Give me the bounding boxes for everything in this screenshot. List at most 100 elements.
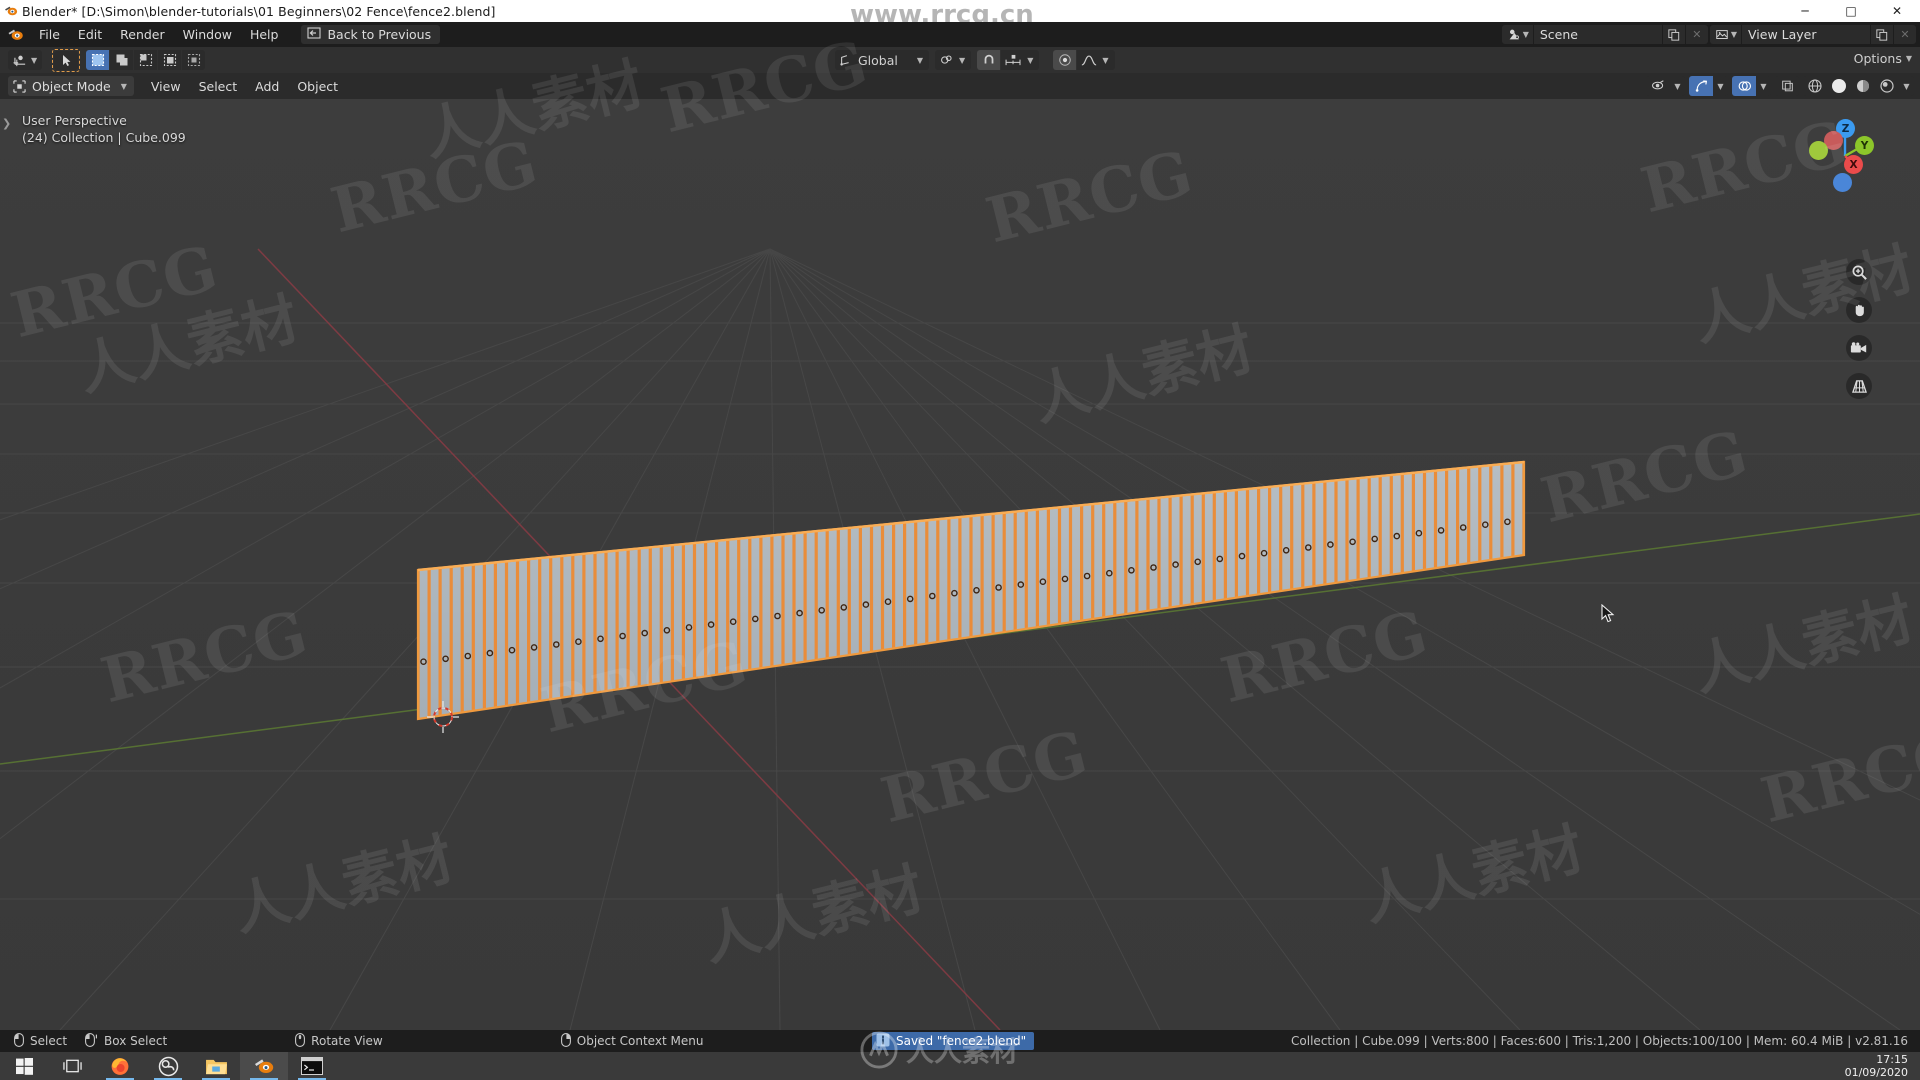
taskbar-clock-date: 01/09/2020 — [1844, 1066, 1908, 1079]
chevron-down-icon: ▼ — [120, 81, 127, 91]
file-explorer-taskbar-item[interactable] — [192, 1052, 240, 1080]
maximize-button[interactable]: □ — [1828, 0, 1874, 22]
xray-toggle[interactable] — [1775, 76, 1799, 96]
shading-wireframe-icon[interactable] — [1803, 76, 1827, 96]
view-layer-duplicate-icon[interactable] — [1871, 25, 1893, 44]
fence-object[interactable] — [0, 99, 1920, 1030]
proportional-falloff-dropdown[interactable]: ▼ — [1077, 50, 1115, 70]
scene-name-field[interactable]: Scene — [1533, 25, 1662, 44]
interaction-mode-label: Object Mode — [32, 78, 111, 94]
close-button[interactable]: ✕ — [1874, 0, 1920, 22]
chevron-down-icon[interactable]: ▼ — [1756, 76, 1771, 96]
camera-view-icon[interactable] — [1846, 335, 1872, 361]
taskbar-clock-time: 17:15 — [1876, 1053, 1908, 1066]
shading-modes-group: ▼ — [1803, 76, 1914, 96]
blender-logo-icon — [0, 0, 22, 22]
editor-type-icon[interactable]: ▼ — [8, 50, 43, 70]
overlays-icon[interactable] — [1732, 76, 1756, 96]
mouse-middle-icon — [295, 1032, 306, 1050]
select-mode-group — [86, 50, 206, 70]
status-object-context-menu-label: Object Context Menu — [576, 1034, 704, 1048]
visibility-dropdown[interactable]: ▼ — [1646, 76, 1685, 96]
shading-material-icon[interactable] — [1851, 76, 1875, 96]
view-layer-name-field[interactable]: View Layer — [1742, 25, 1870, 44]
select-mode-subtract[interactable] — [134, 50, 158, 70]
status-rotate-view: Rotate View — [295, 1032, 383, 1050]
chevron-down-icon: ▼ — [1905, 54, 1912, 63]
mouse-left-drag-icon — [85, 1032, 98, 1050]
snap-magnet-toggle[interactable] — [977, 50, 1001, 70]
gizmo-axis-x[interactable]: X — [1844, 155, 1863, 174]
viewport-menu-object[interactable]: Object — [288, 77, 347, 96]
terminal-taskbar-item[interactable] — [288, 1052, 336, 1080]
snap-target-dropdown[interactable]: ▼ — [1001, 50, 1040, 70]
scene-icon[interactable]: ▼ — [1501, 25, 1533, 44]
menu-edit[interactable]: Edit — [69, 25, 111, 44]
select-mode-set[interactable] — [86, 50, 110, 70]
interaction-mode-dropdown[interactable]: Object Mode ▼ — [8, 76, 134, 96]
chevron-down-icon: ▼ — [1027, 55, 1034, 65]
gizmo-axis-minus-y[interactable] — [1809, 141, 1828, 160]
proportional-edit-toggle[interactable] — [1053, 50, 1077, 70]
select-mode-invert[interactable] — [158, 50, 182, 70]
gizmo-axis-y[interactable]: Y — [1855, 136, 1874, 155]
zoom-icon[interactable] — [1846, 259, 1872, 285]
watermark-circle-icon — [860, 1031, 898, 1069]
menu-help[interactable]: Help — [241, 25, 288, 44]
gizmo-toggle-group[interactable]: ▼ — [1689, 76, 1728, 96]
overlays-toggle-group[interactable]: ▼ — [1732, 76, 1771, 96]
task-view-button[interactable] — [48, 1052, 96, 1080]
toggle-orthographic-icon[interactable] — [1846, 373, 1872, 399]
blender-top-bar: File Edit Render Window Help Back to Pre… — [0, 22, 1920, 47]
gizmo-axis-minus-z[interactable] — [1833, 173, 1852, 192]
sidebar-toggle-arrow-icon[interactable]: ❯ — [2, 117, 11, 130]
shading-rendered-icon[interactable] — [1875, 76, 1899, 96]
menu-file[interactable]: File — [30, 25, 69, 44]
viewport-nav-buttons — [1846, 259, 1872, 399]
chevron-down-icon[interactable]: ▼ — [1899, 76, 1914, 96]
viewport-menu-select[interactable]: Select — [190, 77, 247, 96]
scene-duplicate-icon[interactable] — [1662, 25, 1685, 44]
select-mode-extend[interactable] — [110, 50, 134, 70]
3d-viewport[interactable]: ❯ User Perspective (24) Collection | Cub… — [0, 99, 1920, 1030]
tweak-tool-button[interactable] — [54, 50, 79, 70]
select-mode-intersect[interactable] — [182, 50, 206, 70]
chevron-down-icon[interactable]: ▼ — [1713, 76, 1728, 96]
view-layer-clear-icon[interactable]: ✕ — [1894, 25, 1916, 44]
chevron-down-icon: ▼ — [916, 55, 924, 65]
viewport-perspective-label: User Perspective — [22, 113, 127, 128]
blender-menu-logo-icon[interactable] — [0, 26, 30, 43]
chevron-down-icon: ▼ — [31, 55, 38, 65]
firefox-taskbar-item[interactable] — [96, 1052, 144, 1080]
status-object-context-menu: Object Context Menu — [560, 1032, 704, 1050]
gizmo-icon[interactable] — [1689, 76, 1713, 96]
transform-orientation-label: Global — [858, 52, 898, 68]
start-button[interactable] — [0, 1052, 48, 1080]
chevron-down-icon[interactable]: ▼ — [1670, 76, 1685, 96]
menu-render[interactable]: Render — [111, 25, 174, 44]
viewport-display-controls: ▼ ▼ ▼ ▼ — [1646, 76, 1914, 96]
navigation-gizmo[interactable]: Z Y X — [1806, 117, 1882, 193]
active-tool-highlight — [52, 48, 81, 72]
scene-datablock: ▼ Scene ✕ — [1501, 25, 1708, 44]
viewport-menu-add[interactable]: Add — [246, 77, 288, 96]
pan-hand-icon[interactable] — [1846, 297, 1872, 323]
taskbar-clock[interactable]: 17:15 01/09/2020 — [1845, 1053, 1908, 1079]
pivot-point-dropdown[interactable]: ▼ — [935, 50, 972, 70]
xray-toggle-icon[interactable] — [1775, 76, 1799, 96]
visibility-icon[interactable] — [1646, 76, 1670, 96]
options-dropdown[interactable]: Options ▼ — [1854, 51, 1912, 66]
viewport-scene-info-label: (24) Collection | Cube.099 — [22, 130, 186, 145]
scene-clear-icon[interactable]: ✕ — [1685, 25, 1708, 44]
menu-window[interactable]: Window — [174, 25, 241, 44]
window-controls: ─ □ ✕ — [1782, 0, 1920, 22]
minimize-button[interactable]: ─ — [1782, 0, 1828, 22]
shading-solid-icon[interactable] — [1827, 76, 1851, 96]
blender-taskbar-item[interactable] — [240, 1052, 288, 1080]
viewport-menu-view[interactable]: View — [142, 77, 190, 96]
view-layer-icon[interactable]: ▼ — [1709, 25, 1741, 44]
obs-taskbar-item[interactable] — [144, 1052, 192, 1080]
chevron-down-icon: ▼ — [1522, 30, 1529, 39]
transform-orientation-dropdown[interactable]: Global ▼ — [835, 50, 930, 70]
back-to-previous-button[interactable]: Back to Previous — [301, 25, 441, 44]
